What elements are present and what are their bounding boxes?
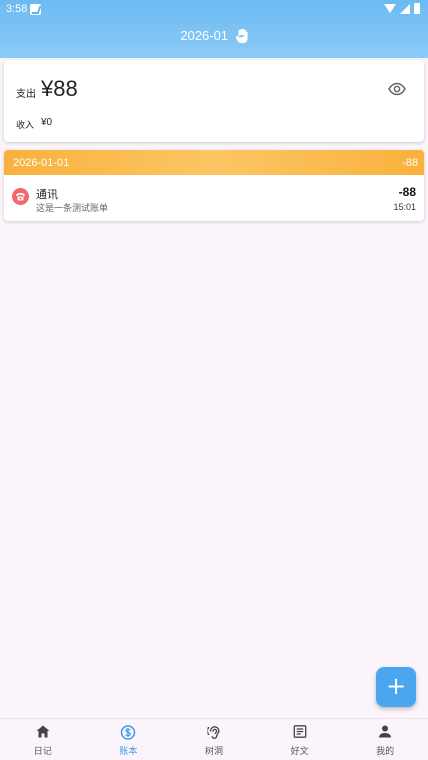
- income-label: 收入: [16, 121, 35, 131]
- entry-note: 这是一条测试账单: [36, 204, 109, 214]
- expense-total: ¥88: [41, 76, 78, 101]
- person-icon: [379, 725, 392, 738]
- day-total: -88: [402, 157, 418, 169]
- day-header: 2026-01-01 -88: [4, 150, 424, 175]
- month-selector[interactable]: 2026-01: [0, 28, 428, 43]
- page-title: 2026-01: [180, 28, 229, 43]
- nav-item-ledger[interactable]: 账本: [86, 719, 172, 760]
- status-time: 3:58: [6, 3, 28, 15]
- add-bill-button[interactable]: +: [376, 667, 416, 707]
- nav-item-me[interactable]: 我的: [342, 719, 428, 760]
- battery-icon: [414, 3, 420, 14]
- nav-label: 账本: [119, 747, 138, 757]
- entry-time: 15:01: [393, 202, 416, 212]
- app-notification-icon: [30, 4, 41, 15]
- entry-amount: -88: [398, 185, 416, 199]
- income-total: ¥0: [41, 117, 53, 128]
- nav-label: 树洞: [204, 747, 223, 757]
- article-icon: [293, 725, 306, 738]
- entry-category: 通讯: [36, 188, 58, 201]
- bottom-nav: 日记 账本 树洞 好文 我的: [0, 718, 428, 760]
- status-bar: 3:58: [0, 0, 428, 18]
- signal-icon: [400, 3, 410, 14]
- summary-card: 支出 ¥88 收入 ¥0: [4, 60, 424, 142]
- day-group: 2026-01-01 -88 通讯 这是一条测试账单 -88 15:01: [4, 150, 424, 221]
- nav-label: 我的: [376, 747, 395, 757]
- day-date: 2026-01-01: [13, 157, 70, 169]
- dollar-icon: [121, 725, 136, 740]
- nav-label: 日记: [33, 747, 52, 757]
- hand-icon: [235, 29, 248, 43]
- nav-item-diary[interactable]: 日记: [0, 719, 86, 760]
- home-icon: [36, 725, 50, 738]
- nav-label: 好文: [290, 747, 309, 757]
- wifi-icon: [384, 4, 396, 13]
- ear-icon: [207, 726, 220, 739]
- expense-label: 支出: [16, 89, 36, 100]
- nav-item-treehole[interactable]: 树洞: [171, 719, 257, 760]
- phone-icon: [12, 188, 29, 205]
- nav-item-articles[interactable]: 好文: [257, 719, 343, 760]
- eye-icon[interactable]: [388, 82, 406, 96]
